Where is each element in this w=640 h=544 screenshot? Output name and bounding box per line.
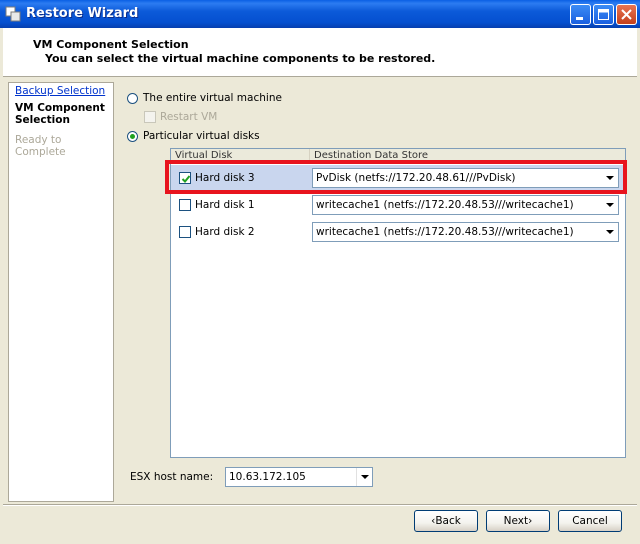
disk-name: Hard disk 1 <box>195 199 255 211</box>
vmware-logo-icon <box>5 6 21 22</box>
dropdown-arrow[interactable] <box>602 223 618 241</box>
page-subtitle: You can select the virtual machine compo… <box>45 52 436 65</box>
wizard-steps-panel: Backup Selection VM Component Selection … <box>8 82 114 502</box>
chevron-down-icon <box>361 475 369 479</box>
close-button[interactable] <box>616 4 637 25</box>
restart-vm-label: Restart VM <box>160 111 218 123</box>
step-backup-selection[interactable]: Backup Selection <box>15 85 105 97</box>
esx-host-value: 10.63.172.105 <box>229 471 306 483</box>
dropdown-arrow[interactable] <box>602 196 618 214</box>
disk-name: Hard disk 2 <box>195 226 255 238</box>
radio-selected-dot <box>130 134 135 139</box>
back-button[interactable]: ‹Back <box>414 510 478 532</box>
esx-host-dropdown[interactable]: 10.63.172.105 <box>225 467 373 487</box>
red-highlight-box <box>165 160 627 194</box>
entire-vm-label[interactable]: The entire virtual machine <box>143 92 282 104</box>
maximize-icon <box>598 9 609 20</box>
wizard-header: VM Component Selection You can select th… <box>3 28 637 77</box>
disk-checkbox[interactable] <box>179 226 191 238</box>
step-ready-to-complete: Ready to Complete <box>15 134 66 158</box>
title-bar[interactable]: Restore Wizard <box>0 0 640 28</box>
particular-disks-label[interactable]: Particular virtual disks <box>143 130 260 142</box>
esx-host-label: ESX host name: <box>130 471 214 483</box>
chevron-down-icon <box>606 203 614 207</box>
minimize-button[interactable] <box>570 4 591 25</box>
table-row[interactable]: Hard disk 2 writecache1 (netfs://172.20.… <box>171 219 625 246</box>
footer-separator <box>3 504 637 506</box>
restart-vm-checkbox[interactable] <box>144 111 156 123</box>
dropdown-arrow[interactable] <box>356 468 372 486</box>
next-button[interactable]: Next› <box>486 510 550 532</box>
datastore-dropdown[interactable]: writecache1 (netfs://172.20.48.53///writ… <box>312 222 619 242</box>
table-row[interactable]: Hard disk 1 writecache1 (netfs://172.20.… <box>171 192 625 219</box>
datastore-value: writecache1 (netfs://172.20.48.53///writ… <box>316 226 574 238</box>
datastore-value: writecache1 (netfs://172.20.48.53///writ… <box>316 199 574 211</box>
disk-checkbox[interactable] <box>179 199 191 211</box>
minimize-icon <box>576 17 583 20</box>
datastore-dropdown[interactable]: writecache1 (netfs://172.20.48.53///writ… <box>312 195 619 215</box>
page-title: VM Component Selection <box>33 38 189 51</box>
particular-disks-radio[interactable] <box>127 131 138 142</box>
close-icon <box>621 9 632 20</box>
window-title: Restore Wizard <box>26 6 139 21</box>
maximize-button[interactable] <box>593 4 614 25</box>
virtual-disk-table[interactable]: Virtual Disk Destination Data Store Hard… <box>170 148 626 458</box>
entire-vm-radio[interactable] <box>127 93 138 104</box>
cancel-button[interactable]: Cancel <box>558 510 622 532</box>
chevron-down-icon <box>606 230 614 234</box>
step-vm-component-selection: VM Component Selection <box>15 102 105 126</box>
